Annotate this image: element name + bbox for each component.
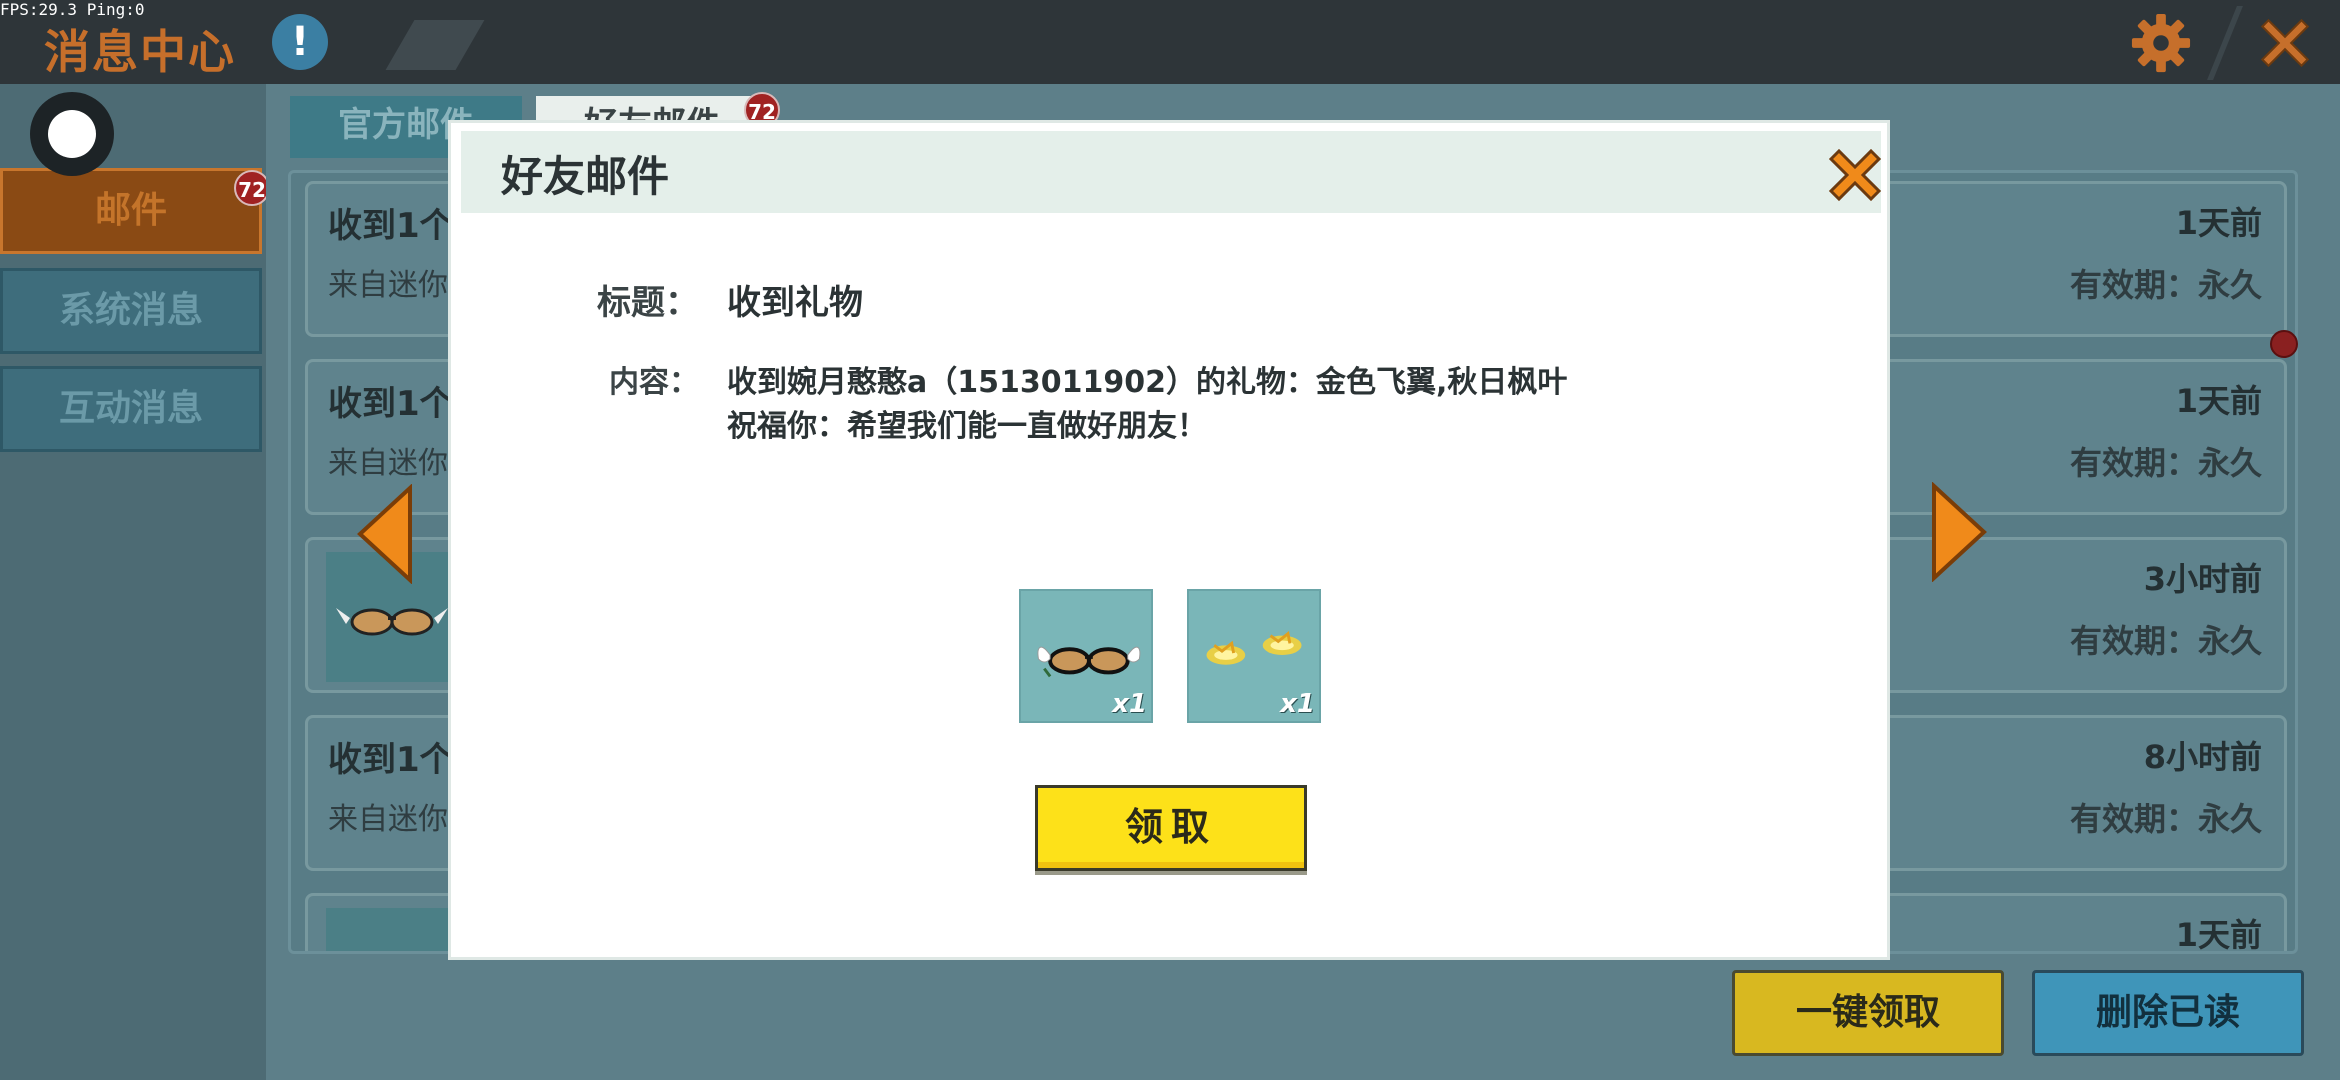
- content-text: 祝福你：希望我们能一直做好朋友！: [727, 409, 1207, 444]
- info-icon[interactable]: !: [272, 14, 328, 70]
- mail-time: 8小时前: [2143, 738, 2262, 776]
- top-bar: 消息中心 !: [0, 0, 2340, 84]
- decorative-stripe: [385, 20, 485, 70]
- joystick-handle[interactable]: [30, 92, 114, 176]
- mail-sender: 来自迷你: [328, 446, 448, 481]
- mail-validity: 有效期：永久: [2069, 444, 2262, 482]
- subject-label: 标题：: [597, 283, 699, 323]
- mail-thumbnail: [326, 908, 456, 951]
- gift-quantity: x1: [1280, 689, 1315, 719]
- mail-title: 收到1个: [328, 740, 454, 780]
- mail-sender: 来自迷你: [328, 802, 448, 837]
- mail-validity: 有效期：永久: [2069, 622, 2262, 660]
- claim-button[interactable]: 领取: [1035, 785, 1307, 871]
- mail-time: 1天前: [2175, 916, 2262, 954]
- claim-all-button[interactable]: 一键领取: [1732, 970, 2004, 1056]
- sidebar-item-label: 互动消息: [58, 388, 203, 429]
- friend-mail-dialog: 好友邮件 标题： 收到礼物 内容： 收到婉月憨憨a（1513011902）的礼物…: [448, 120, 1890, 960]
- mail-time: 3小时前: [2143, 560, 2262, 598]
- page-title: 消息中心: [44, 25, 236, 79]
- message-center-screen: 消息中心 ! FPS:29.3 Ping:0 邮件 72 系统消息 互动消息 官…: [0, 0, 2340, 1080]
- mail-title: 收到1个: [328, 384, 454, 424]
- gift-item[interactable]: x1: [1019, 589, 1153, 723]
- mail-time: 1天前: [2175, 382, 2262, 420]
- divider: [2207, 6, 2243, 80]
- close-icon[interactable]: [2252, 10, 2318, 76]
- sidebar-item-label: 系统消息: [58, 290, 203, 331]
- sidebar-item-mail[interactable]: 邮件: [0, 168, 262, 254]
- dialog-header: 好友邮件: [461, 131, 1882, 213]
- sidebar: 邮件 72 系统消息 互动消息: [0, 84, 270, 1080]
- gift-item[interactable]: x1: [1187, 589, 1321, 723]
- mail-validity: 有效期：永久: [2069, 800, 2262, 838]
- delete-read-button[interactable]: 删除已读: [2032, 970, 2304, 1056]
- content-text: 收到婉月憨憨a（1513011902）的礼物：金色飞翼,秋日枫叶: [727, 365, 1568, 400]
- fps-readout: FPS:29.3 Ping:0: [0, 0, 145, 19]
- sidebar-item-interaction-messages[interactable]: 互动消息: [0, 366, 262, 452]
- mail-sender: 来自迷你: [328, 268, 448, 303]
- gear-icon[interactable]: [2130, 12, 2192, 74]
- next-page-arrow-icon[interactable]: [1928, 482, 1988, 582]
- mail-title: 收到1个: [328, 206, 454, 246]
- sidebar-item-label: 邮件: [94, 190, 167, 231]
- subject-value: 收到礼物: [727, 283, 863, 323]
- gift-quantity: x1: [1112, 689, 1147, 719]
- close-icon[interactable]: [1823, 143, 1887, 207]
- mail-validity: 有效期：永久: [2069, 266, 2262, 304]
- content-label: 内容：: [609, 365, 699, 400]
- unread-dot: [2270, 330, 2298, 358]
- dialog-title: 好友邮件: [501, 152, 670, 201]
- unread-badge: 72: [234, 170, 270, 206]
- sidebar-item-system-messages[interactable]: 系统消息: [0, 268, 262, 354]
- previous-page-arrow-icon[interactable]: [356, 484, 416, 584]
- mail-time: 1天前: [2175, 204, 2262, 242]
